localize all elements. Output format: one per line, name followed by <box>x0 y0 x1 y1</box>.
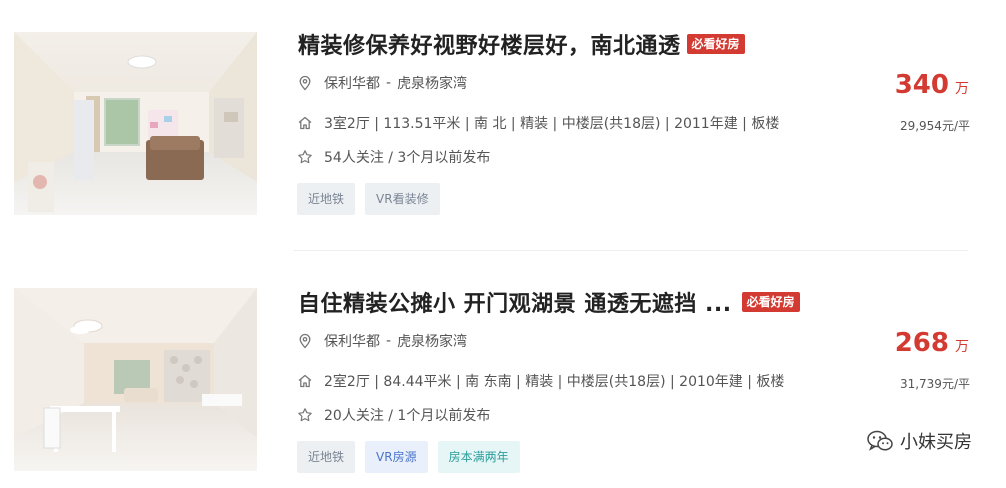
listing-card: 精装修保养好视野好楼层好，南北通透 必看好房 保利华都 - 虎泉杨家湾 3室2厅… <box>0 0 1006 220</box>
title-row: 自住精装公摊小 开门观湖景 通透无遮挡 ... 必看好房 <box>298 286 800 318</box>
star-icon <box>296 406 314 424</box>
tag-deed-two-years: 房本满两年 <box>437 441 520 473</box>
total-price: 268 万 <box>895 328 969 358</box>
price-number: 340 <box>894 70 949 100</box>
location-separator: - <box>386 333 392 349</box>
house-icon <box>296 114 314 132</box>
location-pin-icon <box>296 74 314 92</box>
listing-divider <box>293 250 968 251</box>
price-unit: 万 <box>955 81 969 97</box>
listing-photo[interactable] <box>14 32 257 215</box>
location-pin-icon <box>296 332 314 350</box>
unit-price: 29,954元/平 <box>899 119 970 133</box>
must-see-badge: 必看好房 <box>686 34 745 54</box>
listing-card: 自住精装公摊小 开门观湖景 通透无遮挡 ... 必看好房 保利华都 - 虎泉杨家… <box>0 258 1006 478</box>
tag-list: 近地铁 VR看装修 <box>297 183 440 215</box>
area-link[interactable]: 虎泉杨家湾 <box>397 331 467 351</box>
wechat-icon <box>867 430 893 451</box>
community-link[interactable]: 保利华都 <box>324 73 380 93</box>
tag-list: 近地铁 VR房源 房本满两年 <box>297 441 520 473</box>
star-icon <box>296 148 314 166</box>
title-row: 精装修保养好视野好楼层好，南北通透 必看好房 <box>298 28 745 60</box>
follow-row: 54人关注 / 3个月以前发布 <box>296 147 490 167</box>
watermark-text: 小妹买房 <box>900 432 972 453</box>
price-number: 268 <box>894 328 949 358</box>
follow-info: 54人关注 / 3个月以前发布 <box>324 150 491 166</box>
area-link[interactable]: 虎泉杨家湾 <box>397 73 467 93</box>
listing-title[interactable]: 精装修保养好视野好楼层好，南北通透 <box>298 28 681 60</box>
watermark: 小妹买房 <box>866 428 972 454</box>
unit-price: 31,739元/平 <box>899 377 970 391</box>
location-separator: - <box>386 75 392 91</box>
house-attributes: 2室2厅 | 84.44平米 | 南 东南 | 精装 | 中楼层(共18层) |… <box>324 374 785 390</box>
attributes-row: 3室2厅 | 113.51平米 | 南 北 | 精装 | 中楼层(共18层) |… <box>296 113 779 133</box>
attributes-row: 2室2厅 | 84.44平米 | 南 东南 | 精装 | 中楼层(共18层) |… <box>296 371 784 391</box>
follow-row: 20人关注 / 1个月以前发布 <box>296 405 490 425</box>
tag-vr-listing: VR房源 <box>365 441 428 473</box>
price-unit: 万 <box>955 339 969 355</box>
tag-subway: 近地铁 <box>297 441 356 473</box>
house-attributes: 3室2厅 | 113.51平米 | 南 北 | 精装 | 中楼层(共18层) |… <box>324 116 780 132</box>
listing-photo-image <box>14 32 257 215</box>
tag-subway: 近地铁 <box>297 183 356 215</box>
total-price: 340 万 <box>895 70 969 100</box>
listing-photo[interactable] <box>14 288 257 471</box>
follow-info: 20人关注 / 1个月以前发布 <box>324 408 491 424</box>
listing-photo-image <box>14 288 257 471</box>
must-see-badge: 必看好房 <box>741 292 800 312</box>
listing-title[interactable]: 自住精装公摊小 开门观湖景 通透无遮挡 ... <box>298 286 732 318</box>
community-link[interactable]: 保利华都 <box>324 331 380 351</box>
house-icon <box>296 372 314 390</box>
location-row: 保利华都 - 虎泉杨家湾 <box>296 331 467 351</box>
tag-vr-decoration: VR看装修 <box>365 183 440 215</box>
location-row: 保利华都 - 虎泉杨家湾 <box>296 73 467 93</box>
